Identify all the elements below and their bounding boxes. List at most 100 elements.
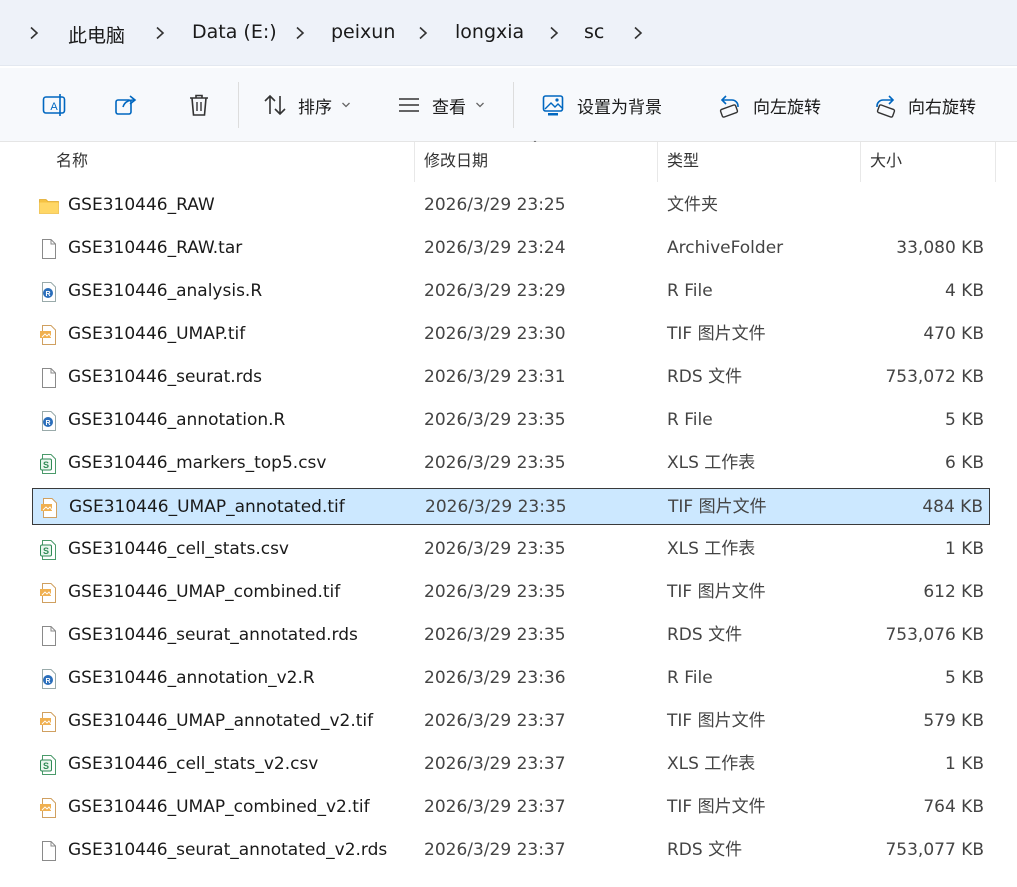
column-header-date[interactable]: 修改日期 [424,142,657,182]
file-row[interactable]: GSE310446_seurat_annotated.rds 2026/3/29 … [32,617,990,654]
file-date: 2026/3/29 23:24 [424,238,566,258]
file-row[interactable]: R GSE310446_annotation_v2.R 2026/3/29 23:3… [32,660,990,697]
file-row[interactable]: GSE310446_UMAP_annotated_v2.tif 2026/3/29… [32,703,990,740]
file-row[interactable]: GSE310446_RAW.tar 2026/3/29 23:24 ArchiveF… [32,230,990,267]
file-size: 1 KB [944,754,984,774]
breadcrumb-item[interactable]: 此电脑 [66,21,127,48]
chevron-right-icon[interactable] [288,21,312,45]
file-row[interactable]: S GSE310446_cell_stats.csv 2026/3/29 23:35… [32,531,990,568]
chevron-right-icon[interactable] [626,21,650,45]
file-row[interactable]: GSE310446_UMAP_annotated.tif 2026/3/29 23… [32,488,990,525]
view-button[interactable]: 查看 [396,88,485,122]
file-type: ArchiveFolder [667,238,784,258]
file-date: 2026/3/29 23:35 [424,625,566,645]
breadcrumb-item[interactable]: sc [582,21,606,43]
file-date: 2026/3/29 23:36 [424,668,566,688]
file-type: RDS 文件 [667,625,743,645]
file-date: 2026/3/29 23:30 [424,324,566,344]
breadcrumb-label: 此电脑 [68,25,126,47]
file-name: GSE310446_seurat_annotated_v2.rds [68,840,388,860]
breadcrumb-label: peixun [331,21,396,43]
view-label: 查看 [432,97,466,118]
file-type: XLS 工作表 [667,453,756,473]
file-icon [38,625,60,647]
file-type: TIF 图片文件 [667,711,766,731]
file-date: 2026/3/29 23:35 [424,539,566,559]
file-type: TIF 图片文件 [667,797,766,817]
file-type: R File [667,410,713,430]
spreadsheet-icon: S [38,754,60,776]
command-bar: A 排序 查看 设置为背景 向左旋转 向右旋转 [0,68,1017,142]
file-row[interactable]: GSE310446_UMAP_combined.tif 2026/3/29 23:… [32,574,990,611]
rotate-right-button[interactable]: 向右旋转 [872,88,976,122]
file-type: TIF 图片文件 [667,324,766,344]
file-row[interactable]: GSE310446_RAW 2026/3/29 23:25 文件夹 [32,187,990,224]
chevron-right-icon[interactable] [22,21,46,45]
file-name: GSE310446_UMAP_annotated.tif [69,497,345,517]
file-date: 2026/3/29 23:35 [424,453,566,473]
chevron-down-icon [342,102,350,108]
svg-text:R: R [45,678,50,685]
file-date: 2026/3/29 23:31 [424,367,566,387]
chevron-right-icon[interactable] [542,21,566,45]
file-date: 2026/3/29 23:37 [424,840,566,860]
picture-icon [542,95,564,116]
file-row[interactable]: S GSE310446_markers_top5.csv 2026/3/29 23:… [32,445,990,482]
breadcrumb-item[interactable]: peixun [329,21,397,43]
rotate-left-button[interactable]: 向左旋转 [717,88,821,122]
file-row[interactable]: GSE310446_UMAP.tif 2026/3/29 23:30 TIF 图片文… [32,316,990,353]
rotate-left-icon [719,95,739,118]
file-date: 2026/3/29 23:35 [424,410,566,430]
address-bar[interactable]: 此电脑 Data (E:) peixun longxia sc [0,0,1017,66]
file-date: 2026/3/29 23:37 [424,797,566,817]
file-size: 5 KB [944,668,984,688]
file-row[interactable]: R GSE310446_analysis.R 2026/3/29 23:29 R Fi… [32,273,990,310]
column-divider[interactable] [860,142,861,182]
file-name: GSE310446_UMAP_annotated_v2.tif [68,711,374,731]
file-type: RDS 文件 [667,840,743,860]
file-row[interactable]: GSE310446_seurat_annotated_v2.rds 2026/3/… [32,832,990,869]
rename-icon[interactable]: A [39,90,69,120]
r-file-icon: R [38,281,60,303]
rotate-right-icon [876,95,896,118]
file-row[interactable]: GSE310446_seurat.rds 2026/3/29 23:31 RDS 文… [32,359,990,396]
image-file-icon [38,582,60,604]
trash-icon[interactable] [184,90,214,120]
column-header-name[interactable]: 名称 [56,142,414,182]
file-name: GSE310446_UMAP_combined.tif [68,582,341,602]
image-file-icon [39,497,61,519]
file-size: 579 KB [923,711,984,731]
column-divider[interactable] [995,142,996,182]
chevron-right-icon[interactable] [411,21,435,45]
column-divider[interactable] [414,142,415,182]
column-header-size[interactable]: 大小 [870,142,995,182]
breadcrumb-item[interactable]: Data (E:) [190,21,279,43]
svg-text:R: R [45,291,50,298]
folder-icon [38,195,60,217]
breadcrumb-item[interactable]: longxia [453,21,526,43]
column-header-row: 名称 修改日期 类型 大小 [0,142,1017,182]
file-name: GSE310446_cell_stats_v2.csv [68,754,319,774]
chevron-right-icon[interactable] [148,21,172,45]
file-row[interactable]: GSE310446_UMAP_combined_v2.tif 2026/3/29 … [32,789,990,826]
file-size: 753,072 KB [885,367,984,387]
column-divider[interactable] [657,142,658,182]
file-name: GSE310446_seurat_annotated.rds [68,625,358,645]
file-row[interactable]: R GSE310446_annotation.R 2026/3/29 23:35 R … [32,402,990,439]
file-size: 4 KB [944,281,984,301]
file-type: TIF 图片文件 [668,497,767,517]
file-row[interactable]: S GSE310446_cell_stats_v2.csv 2026/3/29 23… [32,746,990,783]
spreadsheet-icon: S [38,453,60,475]
file-type: XLS 工作表 [667,539,756,559]
file-date: 2026/3/29 23:35 [425,497,567,517]
breadcrumb-label: longxia [455,21,525,43]
column-header-type[interactable]: 类型 [667,142,860,182]
file-size: 753,076 KB [885,625,984,645]
sort-button[interactable]: 排序 [262,88,351,122]
set-background-button[interactable]: 设置为背景 [541,88,662,122]
image-file-icon [38,797,60,819]
share-icon[interactable] [111,90,141,120]
toolbar-divider [513,82,514,128]
svg-text:S: S [43,761,49,771]
r-file-icon: R [38,410,60,432]
